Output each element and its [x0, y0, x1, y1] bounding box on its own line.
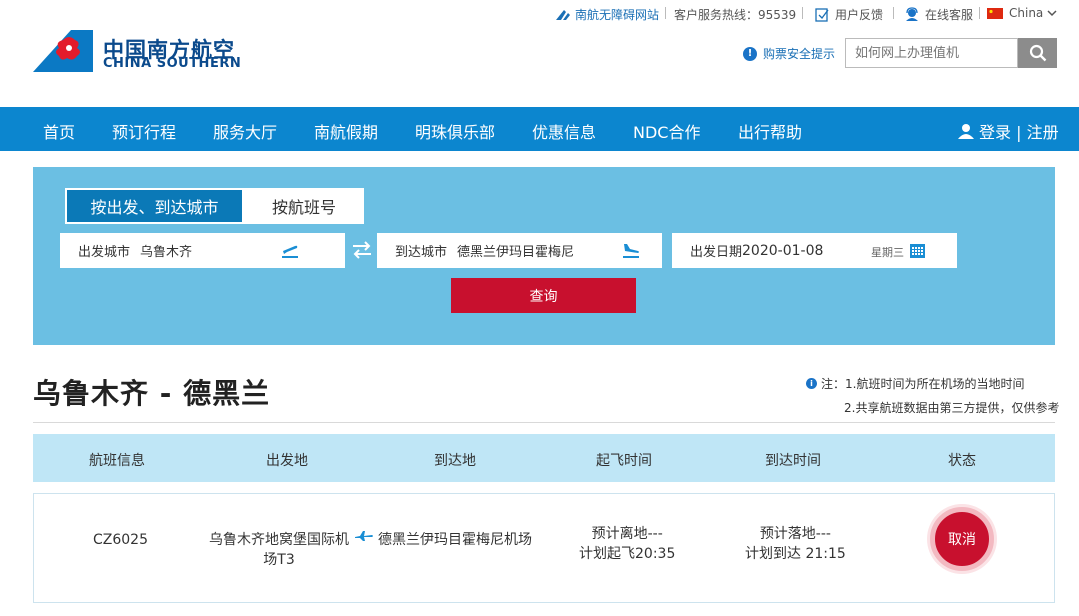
scheduled-departure: 计划起飞20:35 [579, 546, 676, 562]
landing-icon [623, 244, 639, 258]
nav-item-ndc[interactable]: NDC合作 [633, 119, 700, 143]
hotline: 客户服务热线：95539 [674, 6, 796, 23]
search-icon [1029, 44, 1046, 62]
time-note: i 注：1.航班时间为所在机场的当地时间 [806, 375, 1024, 392]
calendar-icon[interactable] [910, 244, 925, 258]
column-header-status: 状态 [948, 453, 976, 469]
brand-name-en: CHINA SOUTHERN [103, 56, 242, 71]
china-flag-icon [987, 7, 1003, 19]
accessibility-link[interactable]: 南航无障碍网站 [555, 6, 659, 23]
weekday-label: 星期三 [871, 246, 904, 259]
depart-city-value: 乌鲁木齐 [140, 245, 193, 260]
arrive-city-field[interactable]: 到达城市 德黑兰伊玛目霍梅尼 [377, 233, 662, 268]
destination-airport: 德黑兰伊玛目霍梅尼机场 [378, 532, 532, 548]
top-utility-bar: 南航无障碍网站 客户服务热线：95539 用户反馈 在线客服 China [0, 0, 1079, 28]
region-selector[interactable]: China [987, 6, 1057, 20]
arrive-time: 预计落地--- 计划到达 21:15 [745, 524, 846, 564]
column-header-origin: 出发地 [266, 453, 308, 469]
region-label: China [1009, 6, 1044, 20]
nav-item-booking[interactable]: 预订行程 [112, 119, 176, 143]
estimated-arrival: 预计落地--- [759, 526, 831, 542]
time-note-text: 注：1.航班时间为所在机场的当地时间 [821, 377, 1025, 391]
customer-service-icon [906, 7, 918, 21]
login-register-link[interactable]: 登录 | 注册 [958, 119, 1059, 143]
online-service-label: 在线客服 [925, 8, 974, 22]
main-nav: 首页 预订行程 服务大厅 南航假期 明珠俱乐部 优惠信息 NDC合作 出行帮助 … [0, 107, 1079, 151]
tab-by-flight-number[interactable]: 按航班号 [244, 188, 364, 224]
online-service-link[interactable]: 在线客服 [904, 6, 973, 23]
info-icon: ! [743, 46, 757, 61]
codeshare-note-text: 2.共享航班数据由第三方提供，仅供参考 [844, 401, 1060, 415]
nav-item-home[interactable]: 首页 [43, 119, 75, 143]
nav-item-offers[interactable]: 优惠信息 [532, 119, 596, 143]
flight-number: CZ6025 [93, 532, 148, 548]
origin-airport: 乌鲁木齐地窝堡国际机 场T3 [204, 530, 354, 570]
origin-airport-line1: 乌鲁木齐地窝堡国际机 [209, 532, 349, 548]
depart-city-label: 出发城市 [78, 245, 131, 260]
kapok-logo-icon [33, 30, 93, 72]
estimated-departure: 预计离地--- [591, 526, 663, 542]
column-header-flight: 航班信息 [89, 453, 145, 469]
depart-date-value: 2020-01-08 [742, 242, 824, 259]
accessibility-icon [556, 9, 570, 20]
divider [802, 7, 803, 19]
flight-search-panel: 按出发、到达城市 按航班号 出发城市 乌鲁木齐 到达城市 德黑兰伊玛目霍梅尼 出… [33, 167, 1055, 345]
tab-by-city[interactable]: 按出发、到达城市 [65, 188, 244, 224]
depart-city-field[interactable]: 出发城市 乌鲁木齐 [60, 233, 345, 268]
user-icon [958, 124, 974, 139]
query-button[interactable]: 查询 [451, 278, 636, 313]
nav-item-service-hall[interactable]: 服务大厅 [213, 119, 277, 143]
route-title: 乌鲁木齐 - 德黑兰 [33, 377, 271, 410]
login-register-label: 登录 | 注册 [979, 123, 1059, 142]
hotline-label: 客户服务热线：95539 [674, 8, 797, 22]
safety-tip-link[interactable]: ! 购票安全提示 [743, 45, 835, 62]
divider [665, 7, 666, 19]
arrive-city-value: 德黑兰伊玛目霍梅尼 [457, 245, 575, 260]
depart-date-label: 出发日期 [690, 245, 743, 260]
arrive-city-label: 到达城市 [395, 245, 448, 260]
origin-airport-line2: 场T3 [263, 552, 295, 568]
depart-date-field[interactable]: 出发日期 2020-01-08 星期三 [672, 233, 957, 268]
divider [979, 7, 980, 19]
table-header: 航班信息 出发地 到达地 起飞时间 到达时间 状态 [33, 434, 1055, 482]
chevron-down-icon [1047, 9, 1057, 16]
divider [893, 7, 894, 19]
accessibility-label: 南航无障碍网站 [575, 8, 660, 22]
china-southern-logo[interactable] [33, 30, 93, 72]
status-badge-cancelled[interactable]: 取消 [930, 507, 994, 571]
safety-tip-label: 购票安全提示 [763, 47, 836, 61]
column-header-arrive-time: 到达时间 [765, 453, 821, 469]
feedback-label: 用户反馈 [835, 8, 884, 22]
search-button[interactable] [1018, 38, 1057, 68]
nav-item-holidays[interactable]: 南航假期 [314, 119, 378, 143]
nav-item-travel-help[interactable]: 出行帮助 [738, 119, 802, 143]
info-icon: i [806, 378, 817, 389]
site-search-input[interactable] [845, 38, 1018, 68]
nav-item-pearl-club[interactable]: 明珠俱乐部 [415, 119, 495, 143]
airplane-icon [355, 531, 373, 541]
feedback-icon [815, 7, 829, 22]
feedback-link[interactable]: 用户反馈 [815, 6, 883, 23]
divider [33, 422, 1055, 423]
column-header-depart-time: 起飞时间 [596, 453, 652, 469]
swap-cities-icon[interactable] [351, 240, 373, 260]
takeoff-icon [282, 245, 298, 258]
scheduled-arrival: 计划到达 21:15 [745, 546, 846, 562]
column-header-destination: 到达地 [434, 453, 476, 469]
depart-time: 预计离地--- 计划起飞20:35 [579, 524, 675, 564]
table-row[interactable]: CZ6025 乌鲁木齐地窝堡国际机 场T3 德黑兰伊玛目霍梅尼机场 预计离地--… [33, 493, 1055, 603]
